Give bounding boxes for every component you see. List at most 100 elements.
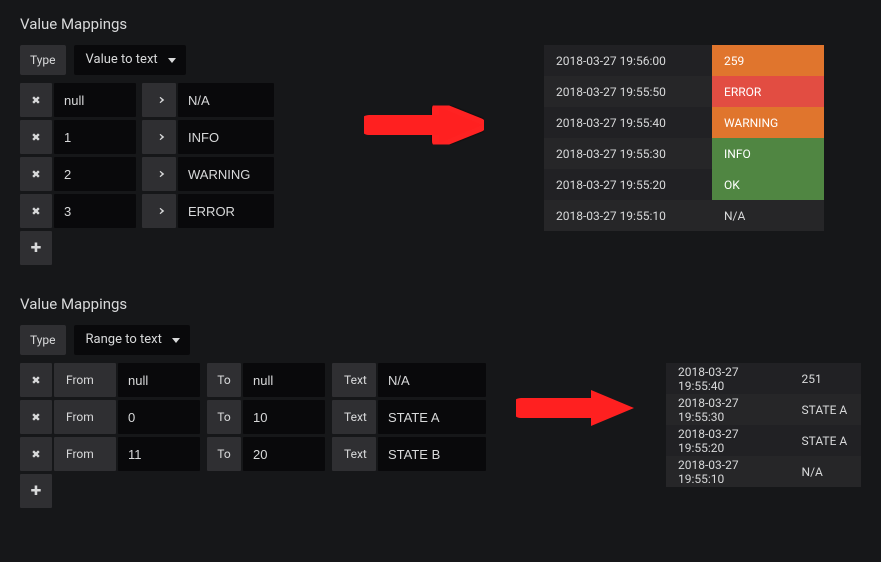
results-panel: 2018-03-27 19:56:002592018-03-27 19:55:5… — [504, 45, 824, 231]
timestamp-cell: 2018-03-27 19:56:00 — [544, 45, 712, 76]
plus-icon: ✚ — [31, 241, 42, 256]
table-row: 2018-03-27 19:55:10N/A — [666, 456, 861, 487]
from-input[interactable] — [118, 400, 200, 434]
to-label: To — [207, 400, 241, 434]
type-dropdown[interactable]: Range to text — [74, 325, 190, 355]
mapping-row: ✖ — [20, 157, 274, 191]
table-row: 2018-03-27 19:56:00259 — [544, 45, 824, 76]
remove-button[interactable]: ✖ — [20, 363, 52, 397]
text-label: Text — [332, 437, 376, 471]
results-panel: 2018-03-27 19:55:402512018-03-27 19:55:3… — [656, 363, 861, 487]
mapping-editor: Type Value to text ✖ ✖ ✖ ✖ ✚ — [20, 45, 274, 265]
table-row: 2018-03-27 19:55:40251 — [666, 363, 861, 394]
plus-icon: ✚ — [31, 484, 42, 499]
value-cell: STATE A — [790, 425, 861, 456]
text-input[interactable] — [178, 120, 274, 154]
close-icon: ✖ — [31, 205, 40, 218]
table-row: 2018-03-27 19:55:40WARNING — [544, 107, 824, 138]
table-row: 2018-03-27 19:55:20STATE A — [666, 425, 861, 456]
section-title: Value Mappings — [20, 15, 861, 33]
mapping-row: ✖ — [20, 194, 274, 228]
value-input[interactable] — [54, 194, 136, 228]
to-input[interactable] — [243, 400, 325, 434]
value-input[interactable] — [54, 83, 136, 117]
timestamp-cell: 2018-03-27 19:55:40 — [544, 107, 712, 138]
table-row: 2018-03-27 19:55:50ERROR — [544, 76, 824, 107]
mapping-row: ✖ — [20, 83, 274, 117]
timestamp-cell: 2018-03-27 19:55:20 — [666, 425, 790, 456]
type-label: Type — [20, 325, 66, 355]
timestamp-cell: 2018-03-27 19:55:40 — [666, 363, 790, 394]
arrow-icon — [142, 83, 176, 117]
value-cell: INFO — [712, 138, 824, 169]
table-row: 2018-03-27 19:55:30INFO — [544, 138, 824, 169]
arrow-icon — [142, 157, 176, 191]
timestamp-cell: 2018-03-27 19:55:30 — [544, 138, 712, 169]
close-icon: ✖ — [31, 374, 40, 387]
from-label: From — [54, 400, 116, 434]
value-cell: N/A — [790, 456, 861, 487]
text-input[interactable] — [378, 400, 486, 434]
text-input[interactable] — [178, 157, 274, 191]
timestamp-cell: 2018-03-27 19:55:10 — [544, 200, 712, 231]
range-row: ✖ From To Text — [20, 363, 486, 397]
remove-button[interactable]: ✖ — [20, 157, 52, 191]
range-editor: ✖FromToText✖FromToText✖FromToText ✚ — [20, 363, 486, 508]
value-input[interactable] — [54, 157, 136, 191]
from-input[interactable] — [118, 437, 200, 471]
arrow-icon — [142, 120, 176, 154]
table-row: 2018-03-27 19:55:30STATE A — [666, 394, 861, 425]
timestamp-cell: 2018-03-27 19:55:50 — [544, 76, 712, 107]
text-label: Text — [332, 400, 376, 434]
to-label: To — [207, 363, 241, 397]
type-dropdown[interactable]: Value to text — [74, 45, 186, 75]
timestamp-cell: 2018-03-27 19:55:20 — [544, 169, 712, 200]
to-input[interactable] — [243, 363, 325, 397]
results-table: 2018-03-27 19:55:402512018-03-27 19:55:3… — [666, 363, 861, 487]
table-row: 2018-03-27 19:55:20OK — [544, 169, 824, 200]
range-mappings-section: Value Mappings Type Range to text ✖ From T… — [20, 295, 861, 508]
remove-button[interactable]: ✖ — [20, 194, 52, 228]
value-cell: WARNING — [712, 107, 824, 138]
add-mapping-button[interactable]: ✚ — [20, 231, 52, 265]
value-cell: STATE A — [790, 394, 861, 425]
timestamp-cell: 2018-03-27 19:55:10 — [666, 456, 790, 487]
close-icon: ✖ — [31, 448, 40, 461]
section-title: Value Mappings — [20, 295, 861, 313]
remove-button[interactable]: ✖ — [20, 437, 52, 471]
arrow-graphic — [294, 45, 484, 155]
text-input[interactable] — [378, 363, 486, 397]
from-label: From — [54, 363, 116, 397]
text-input[interactable] — [178, 83, 274, 117]
add-range-button[interactable]: ✚ — [20, 474, 52, 508]
from-label: From — [54, 437, 116, 471]
close-icon: ✖ — [31, 94, 40, 107]
value-input[interactable] — [54, 120, 136, 154]
arrow-graphic — [506, 363, 636, 438]
timestamp-cell: 2018-03-27 19:55:30 — [666, 394, 790, 425]
to-input[interactable] — [243, 437, 325, 471]
value-cell: OK — [712, 169, 824, 200]
value-cell: ERROR — [712, 76, 824, 107]
text-input[interactable] — [378, 437, 486, 471]
value-cell: 259 — [712, 45, 824, 76]
remove-button[interactable]: ✖ — [20, 120, 52, 154]
range-row: ✖ From To Text — [20, 400, 486, 434]
text-input[interactable] — [178, 194, 274, 228]
value-cell: N/A — [712, 200, 824, 231]
type-label: Type — [20, 45, 66, 75]
from-input[interactable] — [118, 363, 200, 397]
arrow-icon — [142, 194, 176, 228]
mapping-row: ✖ — [20, 120, 274, 154]
remove-button[interactable]: ✖ — [20, 400, 52, 434]
remove-button[interactable]: ✖ — [20, 83, 52, 117]
text-label: Text — [332, 363, 376, 397]
close-icon: ✖ — [31, 131, 40, 144]
value-cell: 251 — [790, 363, 861, 394]
close-icon: ✖ — [31, 411, 40, 424]
value-mappings-section: Value Mappings Type Value to text ✖ ✖ ✖ ✖ ✚… — [20, 15, 861, 265]
range-row: ✖FromToText — [20, 437, 486, 471]
results-table: 2018-03-27 19:56:002592018-03-27 19:55:5… — [544, 45, 824, 231]
table-row: 2018-03-27 19:55:10N/A — [544, 200, 824, 231]
close-icon: ✖ — [31, 168, 40, 181]
